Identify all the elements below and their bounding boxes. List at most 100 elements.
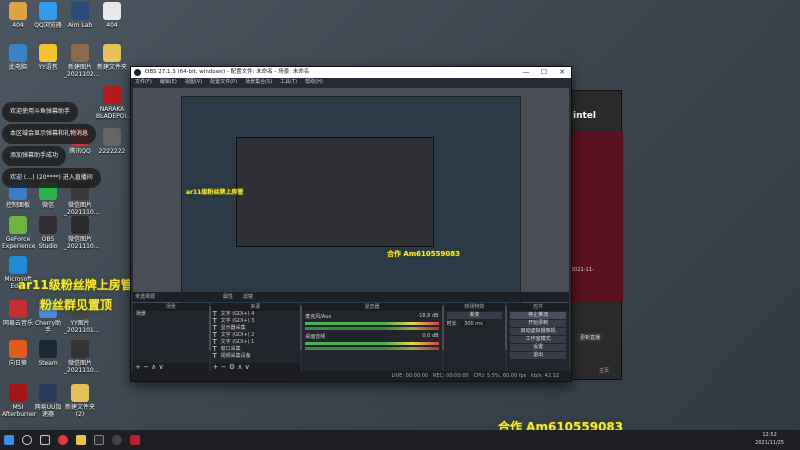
desktop-icon[interactable]: NARAKA BLADEPOI... bbox=[96, 86, 132, 120]
source-item[interactable]: 文字 (GDI+) 1 bbox=[211, 339, 301, 346]
desktop-icon[interactable]: 向日葵 bbox=[2, 340, 34, 367]
intel-logo: intel bbox=[573, 111, 596, 121]
menu-help[interactable]: 帮助(H) bbox=[305, 78, 323, 87]
start-button[interactable] bbox=[0, 430, 18, 450]
file-icon bbox=[103, 2, 121, 20]
volume-slider[interactable] bbox=[305, 347, 439, 350]
scenes-toolbar[interactable]: + − ∧ ∨ bbox=[133, 363, 209, 371]
desktop-icon[interactable]: 新建文件夹 (2) bbox=[64, 384, 96, 418]
desktop-icon[interactable]: 此电脑 bbox=[2, 44, 34, 71]
source-item[interactable]: 窗口采集 bbox=[211, 346, 301, 353]
source-tabstrip: 未选择源 属性 滤镜 bbox=[133, 292, 569, 302]
rec-time: REC: 00:00:00 bbox=[432, 373, 469, 379]
desktop-icon[interactable]: QQ浏览器 bbox=[32, 2, 64, 29]
desktop-icon[interactable]: YY语音 bbox=[32, 44, 64, 71]
desktop-icon[interactable]: 新建文件夹 bbox=[96, 44, 128, 71]
desktop-icon[interactable]: 网易UU加速器 bbox=[32, 384, 64, 418]
docks: 场景 场景 + − ∧ ∨ 来源 文字 (GDI+) 4 文字 (GDI+) 3… bbox=[133, 303, 569, 371]
folder-icon bbox=[71, 384, 89, 402]
clock-time: 12:52 bbox=[762, 432, 777, 438]
channel-db: -18.8 dB bbox=[417, 313, 439, 319]
desktop-icon[interactable]: GeForce Experience bbox=[2, 216, 35, 250]
danmu-notification: 本区域会显示弹幕和礼物消息 bbox=[2, 124, 97, 144]
taskbar-app[interactable] bbox=[72, 430, 90, 450]
menu-scene-collection[interactable]: 场景集合(S) bbox=[245, 78, 272, 87]
steam-icon bbox=[39, 340, 57, 358]
desktop-icon[interactable]: Aim Lab bbox=[64, 2, 96, 29]
taskbar-app[interactable] bbox=[90, 430, 108, 450]
menu-view[interactable]: 视图(V) bbox=[185, 78, 202, 87]
windows-icon bbox=[4, 435, 14, 445]
desktop-icon[interactable]: OBS Studio bbox=[32, 216, 64, 250]
nested-overlay-text: ar11级粉丝牌上房管 bbox=[186, 189, 244, 196]
controls-header: 控件 bbox=[507, 303, 569, 311]
taskbar-app[interactable] bbox=[126, 430, 144, 450]
desktop-icon[interactable]: 网易云音乐 bbox=[2, 300, 34, 327]
system-clock[interactable]: 12:52 2021/11/25 bbox=[755, 431, 784, 447]
taskbar-app[interactable] bbox=[54, 430, 72, 450]
desktop-icon[interactable]: 404 bbox=[96, 2, 128, 29]
desktop-icon[interactable]: 404 bbox=[2, 2, 34, 29]
source-item[interactable]: 视频采集设备 bbox=[211, 353, 301, 360]
sources-toolbar[interactable]: + − ⚙ ∧ ∨ bbox=[210, 363, 301, 371]
settings-button[interactable]: 设置 bbox=[510, 344, 566, 351]
start-virtual-camera-button[interactable]: 启动虚拟摄像机 bbox=[510, 328, 566, 335]
preview-contact-text: 合作 Am610559083 bbox=[387, 250, 460, 258]
update-live-button[interactable]: 更新直播 bbox=[577, 333, 604, 342]
search-button[interactable] bbox=[18, 430, 36, 450]
controls-dock: 控件 停止推流 开始录制 启动虚拟摄像机 工作室模式 设置 退出 bbox=[507, 303, 569, 371]
title-bar[interactable]: OBS 27.1.3 (64-bit, windows) - 配置文件: 未命名… bbox=[131, 67, 571, 78]
home-link[interactable]: 主页 bbox=[599, 367, 609, 374]
task-view-button[interactable] bbox=[36, 430, 54, 450]
mixer-channel[interactable]: 麦克风/Aux -18.8 dB bbox=[302, 311, 441, 331]
exit-button[interactable]: 退出 bbox=[510, 352, 566, 359]
no-source-label: 未选择源 bbox=[135, 294, 156, 300]
channel-db: 0.0 dB bbox=[422, 333, 439, 339]
menu-profile[interactable]: 配置文件(P) bbox=[210, 78, 237, 87]
nested-preview: ar11级粉丝牌上房管 合作 Am610559083 bbox=[181, 96, 521, 306]
douyu-icon bbox=[130, 435, 140, 445]
desktop-icon[interactable]: 微信图片_2021110... bbox=[64, 340, 99, 374]
scenes-dock: 场景 场景 + − ∧ ∨ bbox=[133, 303, 209, 371]
transition-select[interactable]: 渐变 bbox=[446, 312, 503, 319]
netease-music-icon bbox=[9, 300, 27, 318]
menu-edit[interactable]: 编辑(E) bbox=[160, 78, 177, 87]
start-recording-button[interactable]: 开始录制 bbox=[510, 320, 566, 327]
scenes-header: 场景 bbox=[133, 303, 209, 311]
maximize-button[interactable]: ☐ bbox=[535, 67, 553, 78]
naraka-icon bbox=[103, 86, 121, 104]
desktop-icon[interactable]: Steam bbox=[32, 340, 64, 367]
danmu-notification: 欢迎 (…) (20****) 进入直播间 bbox=[2, 168, 101, 188]
geforce-icon bbox=[9, 216, 27, 234]
desktop-icon[interactable]: 微信图片_2021110... bbox=[64, 216, 99, 250]
folder-icon bbox=[76, 435, 86, 445]
menu-file[interactable]: 文件(F) bbox=[135, 78, 152, 87]
stop-streaming-button[interactable]: 停止推流 bbox=[510, 312, 566, 319]
menu-bar: 文件(F) 编辑(E) 视图(V) 配置文件(P) 场景集合(S) 工具(T) … bbox=[131, 78, 571, 87]
close-button[interactable]: ✕ bbox=[553, 67, 571, 78]
image-icon bbox=[103, 128, 121, 146]
volume-slider[interactable] bbox=[305, 327, 439, 330]
desktop-icon[interactable]: 2222222 bbox=[96, 128, 128, 155]
source-item[interactable]: 文字 (GDI+) 2 bbox=[211, 332, 301, 339]
computer-icon bbox=[9, 44, 27, 62]
duration-input[interactable]: 300 ms bbox=[461, 321, 486, 327]
filters-tab[interactable]: 滤镜 bbox=[243, 292, 253, 302]
menu-tools[interactable]: 工具(T) bbox=[280, 78, 297, 87]
cpu-fps: CPU: 5.5%, 60.00 fps bbox=[473, 373, 527, 379]
background-window[interactable]: intel 2021-11- 更新直播 主页 bbox=[568, 90, 623, 380]
source-item[interactable]: 文字 (GDI+) 3 bbox=[211, 318, 301, 325]
minimize-button[interactable]: — bbox=[517, 67, 535, 78]
desktop-icon[interactable]: MSI Afterburner bbox=[2, 384, 36, 418]
properties-tab[interactable]: 属性 bbox=[223, 292, 233, 302]
source-item[interactable]: 显示器采集 bbox=[211, 325, 301, 332]
obs-window[interactable]: OBS 27.1.3 (64-bit, windows) - 配置文件: 未命名… bbox=[130, 66, 572, 382]
source-item[interactable]: 文字 (GDI+) 4 bbox=[211, 311, 301, 318]
mixer-channel[interactable]: 桌面音频 0.0 dB bbox=[302, 331, 441, 351]
studio-mode-button[interactable]: 工作室模式 bbox=[510, 336, 566, 343]
taskbar-app[interactable] bbox=[108, 430, 126, 450]
scene-item[interactable]: 场景 bbox=[133, 311, 209, 318]
desktop-icon[interactable]: 新建图片_2021102... bbox=[64, 44, 99, 78]
status-bar: LIVE: 00:00:00 REC: 00:00:00 CPU: 5.5%, … bbox=[131, 371, 571, 381]
msi-afterburner-icon bbox=[9, 384, 27, 402]
